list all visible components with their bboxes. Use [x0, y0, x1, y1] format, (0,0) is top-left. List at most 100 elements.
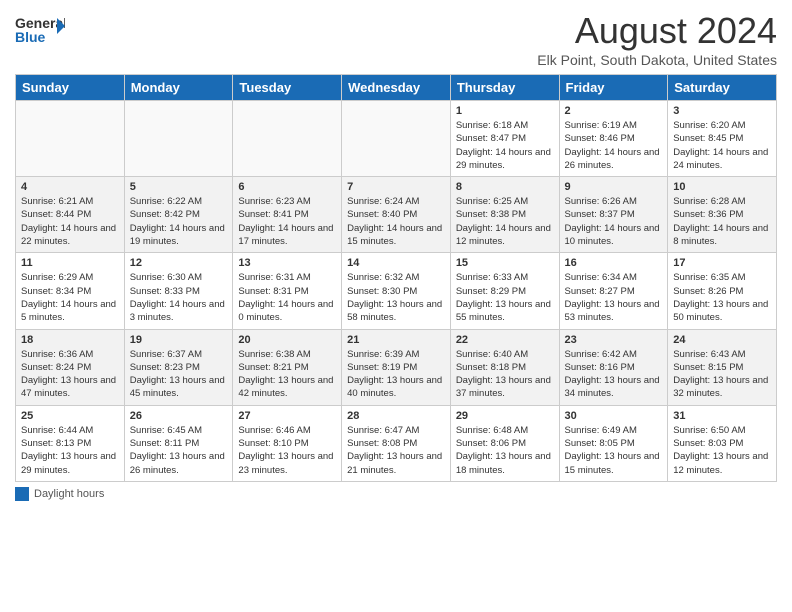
day-number: 31: [673, 410, 771, 422]
daylight-text: Daylight: 14 hours and 0 minutes.: [238, 299, 333, 323]
day-info: Sunrise: 6:24 AMSunset: 8:40 PMDaylight:…: [347, 195, 445, 248]
sunset-text: Sunset: 8:03 PM: [673, 438, 743, 449]
daylight-text: Daylight: 14 hours and 15 minutes.: [347, 223, 442, 247]
sunrise-text: Sunrise: 6:49 AM: [565, 425, 637, 436]
sunrise-text: Sunrise: 6:33 AM: [456, 272, 528, 283]
sunrise-text: Sunrise: 6:44 AM: [21, 425, 93, 436]
sunset-text: Sunset: 8:06 PM: [456, 438, 526, 449]
header-monday: Monday: [124, 75, 233, 101]
sunset-text: Sunset: 8:26 PM: [673, 286, 743, 297]
day-info: Sunrise: 6:31 AMSunset: 8:31 PMDaylight:…: [238, 271, 336, 324]
day-info: Sunrise: 6:20 AMSunset: 8:45 PMDaylight:…: [673, 119, 771, 172]
sunset-text: Sunset: 8:38 PM: [456, 209, 526, 220]
day-number: 7: [347, 181, 445, 193]
day-number: 5: [130, 181, 228, 193]
calendar-cell: [16, 101, 125, 177]
calendar-week-1: 4 Sunrise: 6:21 AM Sunset: 8:44 PM Daylight…: [16, 177, 777, 253]
sunset-text: Sunset: 8:36 PM: [673, 209, 743, 220]
calendar-cell: [124, 101, 233, 177]
sunrise-text: Sunrise: 6:45 AM: [130, 425, 202, 436]
calendar-cell: 30Sunrise: 6:49 AMSunset: 8:05 PMDayligh…: [559, 405, 668, 481]
calendar-cell: 13Sunrise: 6:31 AMSunset: 8:31 PMDayligh…: [233, 253, 342, 329]
sunrise-text: Sunrise: 6:50 AM: [673, 425, 745, 436]
daylight-text: Daylight: 13 hours and 23 minutes.: [238, 451, 333, 475]
calendar-cell: 14 Sunrise: 6:32 AMSunset: 8:30 PMDayligh…: [342, 253, 451, 329]
sunrise-text: Sunrise: 6:38 AM: [238, 349, 310, 360]
day-info: Sunrise: 6:32 AMSunset: 8:30 PMDaylight:…: [347, 271, 445, 324]
day-number: 12: [130, 257, 228, 269]
sunset-text: Sunset: 8:18 PM: [456, 362, 526, 373]
calendar-cell: [233, 101, 342, 177]
day-number: 27: [238, 410, 336, 422]
sunrise-text: Sunrise: 6:34 AM: [565, 272, 637, 283]
sunrise-text: Sunrise: 6:48 AM: [456, 425, 528, 436]
sunset-text: Sunset: 8:29 PM: [456, 286, 526, 297]
daylight-text: Daylight: 14 hours and 3 minutes.: [130, 299, 225, 323]
day-info: Sunrise: 6:18 AMSunset: 8:47 PMDaylight:…: [456, 119, 554, 172]
daylight-text: Daylight: 13 hours and 53 minutes.: [565, 299, 660, 323]
day-number: 25: [21, 410, 119, 422]
sunset-text: Sunset: 8:47 PM: [456, 133, 526, 144]
daylight-text: Daylight: 13 hours and 34 minutes.: [565, 375, 660, 399]
day-number: 22: [456, 334, 554, 346]
day-number: 9: [565, 181, 663, 193]
header-sunday: Sunday: [16, 75, 125, 101]
sunrise-text: Sunrise: 6:26 AM: [565, 196, 637, 207]
daylight-text: Daylight: 14 hours and 24 minutes.: [673, 147, 768, 171]
calendar-cell: 23Sunrise: 6:42 AMSunset: 8:16 PMDayligh…: [559, 329, 668, 405]
sunrise-text: Sunrise: 6:18 AM: [456, 120, 528, 131]
svg-text:Blue: Blue: [15, 29, 46, 45]
daylight-text: Daylight: 13 hours and 37 minutes.: [456, 375, 551, 399]
sunset-text: Sunset: 8:41 PM: [238, 209, 308, 220]
day-info: Sunrise: 6:39 AMSunset: 8:19 PMDaylight:…: [347, 348, 445, 401]
calendar-cell: 3Sunrise: 6:20 AMSunset: 8:45 PMDaylight…: [668, 101, 777, 177]
calendar-cell: 6Sunrise: 6:23 AMSunset: 8:41 PMDaylight…: [233, 177, 342, 253]
sunset-text: Sunset: 8:13 PM: [21, 438, 91, 449]
calendar-week-0: 1Sunrise: 6:18 AMSunset: 8:47 PMDaylight…: [16, 101, 777, 177]
day-number: 8: [456, 181, 554, 193]
sunset-text: Sunset: 8:40 PM: [347, 209, 417, 220]
sunrise-text: Sunrise: 6:42 AM: [565, 349, 637, 360]
sunset-text: Sunset: 8:19 PM: [347, 362, 417, 373]
day-number: 10: [673, 181, 771, 193]
day-number: 24: [673, 334, 771, 346]
day-info: Sunrise: 6:25 AMSunset: 8:38 PMDaylight:…: [456, 195, 554, 248]
day-info: Sunrise: 6:47 AMSunset: 8:08 PMDaylight:…: [347, 424, 445, 477]
daylight-text: Daylight: 13 hours and 18 minutes.: [456, 451, 551, 475]
calendar-cell: 17Sunrise: 6:35 AMSunset: 8:26 PMDayligh…: [668, 253, 777, 329]
header-wednesday: Wednesday: [342, 75, 451, 101]
legend: Daylight hours: [15, 487, 777, 501]
sunrise-text: Sunrise: 6:20 AM: [673, 120, 745, 131]
calendar-cell: 16Sunrise: 6:34 AMSunset: 8:27 PMDayligh…: [559, 253, 668, 329]
daylight-text: Daylight: 13 hours and 40 minutes.: [347, 375, 442, 399]
legend-label: Daylight hours: [34, 488, 104, 500]
calendar-cell: 1Sunrise: 6:18 AMSunset: 8:47 PMDaylight…: [450, 101, 559, 177]
sunrise-text: Sunrise: 6:43 AM: [673, 349, 745, 360]
sunset-text: Sunset: 8:27 PM: [565, 286, 635, 297]
sunrise-text: Sunrise: 6:21 AM: [21, 196, 93, 207]
day-info: Sunrise: 6:46 AMSunset: 8:10 PMDaylight:…: [238, 424, 336, 477]
header-thursday: Thursday: [450, 75, 559, 101]
daylight-text: Daylight: 14 hours and 10 minutes.: [565, 223, 660, 247]
day-info: Sunrise: 6:42 AMSunset: 8:16 PMDaylight:…: [565, 348, 663, 401]
sunrise-text: Sunrise: 6:36 AM: [21, 349, 93, 360]
location-title: Elk Point, South Dakota, United States: [537, 52, 777, 68]
sunset-text: Sunset: 8:34 PM: [21, 286, 91, 297]
day-info: Sunrise: 6:44 AMSunset: 8:13 PMDaylight:…: [21, 424, 119, 477]
daylight-text: Daylight: 13 hours and 15 minutes.: [565, 451, 660, 475]
day-number: 14: [347, 257, 445, 269]
day-number: 4: [21, 181, 119, 193]
day-info: Sunrise: 6:45 AMSunset: 8:11 PMDaylight:…: [130, 424, 228, 477]
sunset-text: Sunset: 8:23 PM: [130, 362, 200, 373]
day-info: Sunrise: 6:49 AMSunset: 8:05 PMDaylight:…: [565, 424, 663, 477]
sunrise-text: Sunrise: 6:25 AM: [456, 196, 528, 207]
day-info: Sunrise: 6:48 AM Sunset: 8:06 PM Daylight:…: [456, 424, 554, 477]
day-info: Sunrise: 6:19 AMSunset: 8:46 PMDaylight:…: [565, 119, 663, 172]
day-info: Sunrise: 6:29 AMSunset: 8:34 PMDaylight:…: [21, 271, 119, 324]
sunset-text: Sunset: 8:31 PM: [238, 286, 308, 297]
sunrise-text: Sunrise: 6:23 AM: [238, 196, 310, 207]
page-container: General Blue August 2024 Elk Point, Sout…: [0, 0, 792, 511]
calendar-cell: 11Sunrise: 6:29 AMSunset: 8:34 PMDayligh…: [16, 253, 125, 329]
sunset-text: Sunset: 8:44 PM: [21, 209, 91, 220]
header-friday: Friday: [559, 75, 668, 101]
